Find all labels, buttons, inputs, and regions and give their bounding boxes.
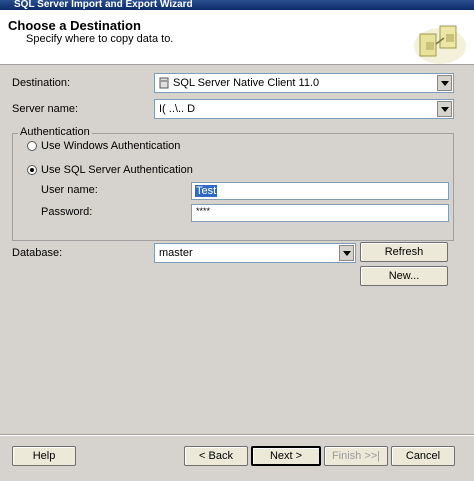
authentication-group-title: Authentication <box>18 126 92 138</box>
cancel-button[interactable]: Cancel <box>391 446 455 466</box>
password-field[interactable]: **** <box>191 204 449 222</box>
sql-auth-radio[interactable] <box>27 165 37 175</box>
destination-label: Destination: <box>12 77 71 89</box>
windows-auth-radio[interactable] <box>27 141 37 151</box>
database-value: master <box>159 247 193 259</box>
password-label: Password: <box>41 206 93 218</box>
username-field[interactable]: Test <box>191 182 449 200</box>
new-database-button[interactable]: New... <box>360 266 448 286</box>
sql-auth-label[interactable]: Use SQL Server Authentication <box>41 164 193 176</box>
password-value: **** <box>196 206 211 216</box>
wizard-body: Destination: SQL Server Native Client 11… <box>0 65 474 481</box>
windows-auth-label[interactable]: Use Windows Authentication <box>41 140 180 152</box>
server-name-dropdown[interactable]: I( ..\.. D <box>154 99 454 119</box>
username-label: User name: <box>41 184 98 196</box>
footer-divider <box>0 434 474 436</box>
back-button[interactable]: < Back <box>184 446 248 466</box>
wizard-header: Choose a Destination Specify where to co… <box>0 10 474 65</box>
chevron-down-icon[interactable] <box>437 75 452 91</box>
chevron-down-icon[interactable] <box>437 101 452 117</box>
server-name-value: I( ..\.. D <box>159 103 196 115</box>
database-label: Database: <box>12 247 63 259</box>
database-dropdown[interactable]: master <box>154 243 356 263</box>
next-button[interactable]: Next > <box>251 446 321 466</box>
destination-dropdown[interactable]: SQL Server Native Client 11.0 <box>154 73 454 93</box>
page-subtitle: Specify where to copy data to. <box>26 33 174 45</box>
help-button[interactable]: Help <box>12 446 76 466</box>
chevron-down-icon[interactable] <box>339 245 354 261</box>
finish-button: Finish >>| <box>324 446 388 466</box>
server-name-label: Server name: <box>12 103 79 115</box>
database-provider-icon <box>159 77 169 89</box>
wizard-banner-icon <box>414 25 466 64</box>
destination-value: SQL Server Native Client 11.0 <box>173 77 320 89</box>
page-title: Choose a Destination <box>8 18 141 33</box>
refresh-button[interactable]: Refresh <box>360 242 448 262</box>
window-title-bar: SQL Server Import and Export Wizard <box>0 0 474 10</box>
username-value: Test <box>195 185 218 197</box>
